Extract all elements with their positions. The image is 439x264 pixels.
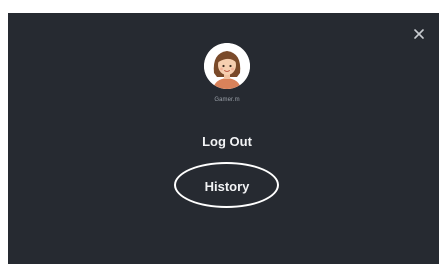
close-button[interactable] [410, 25, 428, 43]
username-label: Gamer.m [214, 97, 240, 103]
close-icon [414, 29, 424, 39]
avatar [204, 43, 250, 89]
user-avatar-icon [204, 43, 250, 89]
logout-button[interactable]: Log Out [177, 134, 277, 149]
history-button[interactable]: History [177, 179, 277, 194]
account-dialog: Gamer.m Log Out History [8, 13, 439, 264]
